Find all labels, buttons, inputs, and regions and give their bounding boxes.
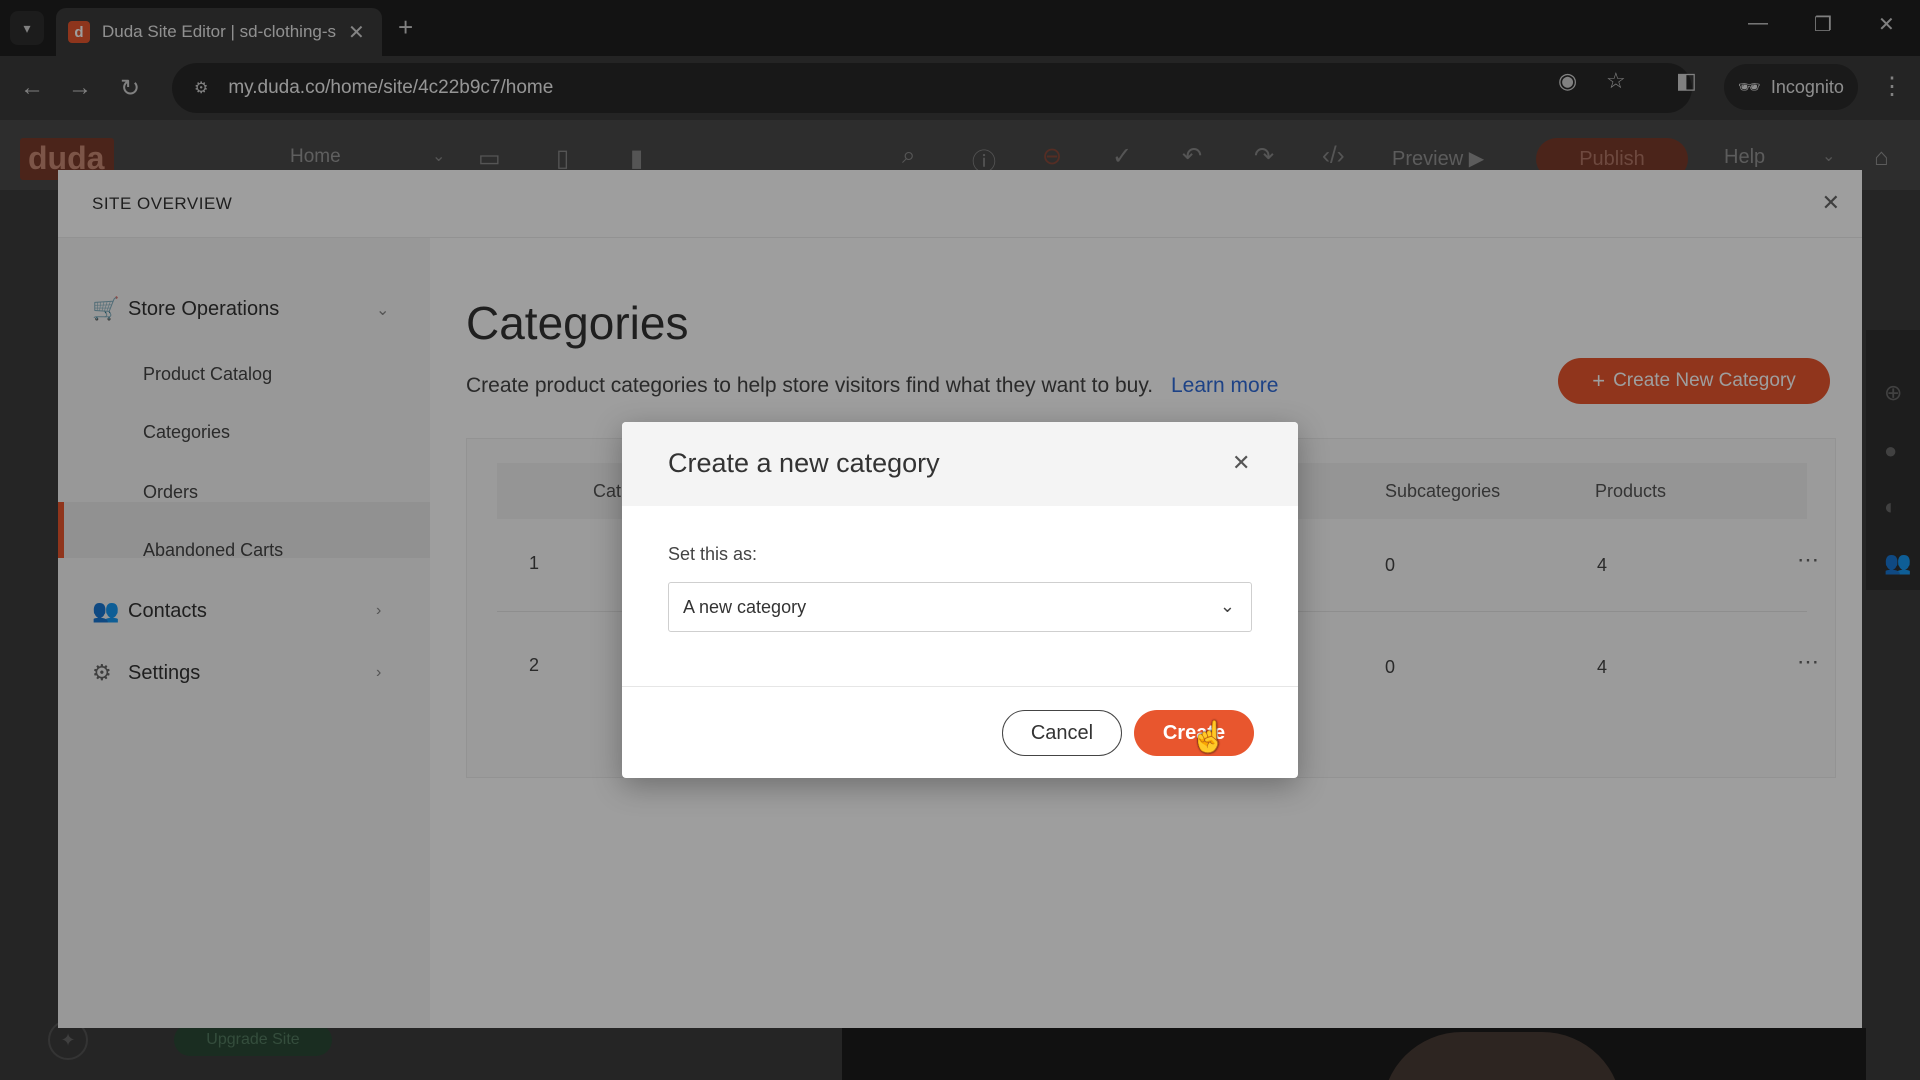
- hand-cursor-icon: ☝: [1190, 721, 1228, 754]
- close-icon[interactable]: ✕: [1232, 450, 1250, 476]
- dialog-header: Create a new category ✕: [622, 422, 1298, 506]
- dialog-divider: [622, 686, 1298, 687]
- dialog-title: Create a new category: [668, 448, 940, 478]
- select-value: A new category: [683, 596, 807, 617]
- cancel-button[interactable]: Cancel: [1002, 710, 1122, 756]
- chevron-down-icon: ⌄: [1219, 596, 1235, 616]
- set-as-label: Set this as:: [668, 544, 758, 564]
- category-type-select[interactable]: A new category ⌄: [668, 582, 1252, 632]
